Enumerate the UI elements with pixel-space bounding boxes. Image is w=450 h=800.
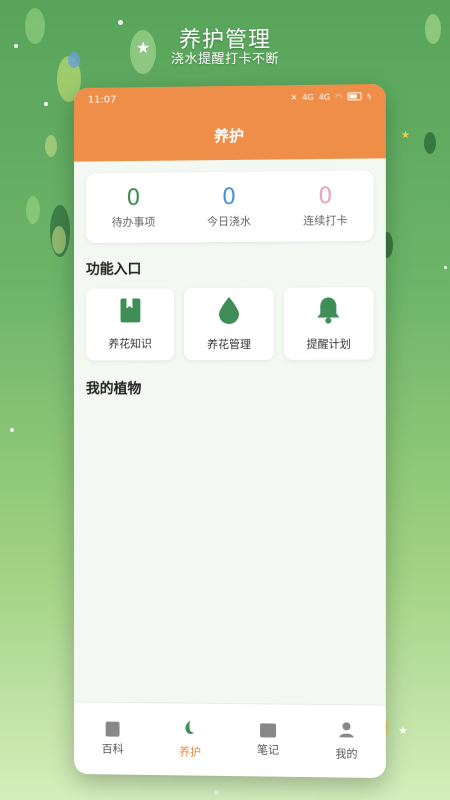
- status-icons: ✕ 4G 4G ◠ ϟ: [291, 92, 372, 102]
- tab-encyclopedia[interactable]: 百科: [83, 721, 142, 757]
- note-tab-icon: [260, 723, 277, 738]
- stats-card: 0 待办事项 0 今日浇水 0 连续打卡: [85, 170, 374, 244]
- person-tab-icon: [338, 721, 354, 741]
- stat-label: 待办事项: [111, 215, 156, 229]
- tab-label: 我的: [335, 747, 358, 761]
- stat-value: 0: [222, 184, 236, 211]
- tab-label: 养护: [179, 745, 202, 759]
- feature-knowledge-button[interactable]: 养花知识: [85, 288, 175, 361]
- stat-watering-today[interactable]: 0 今日浇水: [207, 185, 251, 229]
- stat-todo[interactable]: 0 待办事项: [112, 186, 156, 230]
- background-leaf: [26, 196, 40, 224]
- stat-value: 0: [126, 185, 141, 211]
- promo-subtitle: 浇水提醒打卡不断: [170, 52, 279, 67]
- plants-section-title: 我的植物: [85, 381, 142, 398]
- stat-checkin-streak[interactable]: 0 连续打卡: [303, 184, 347, 229]
- page-header: 养护: [74, 108, 386, 162]
- water-drop-icon: [218, 296, 240, 328]
- stat-label: 今日浇水: [207, 214, 252, 229]
- background-dot: [44, 102, 48, 106]
- star-icon: ★: [398, 724, 408, 737]
- tab-profile[interactable]: 我的: [316, 721, 377, 762]
- feature-label: 养花知识: [108, 337, 152, 351]
- feature-care-button[interactable]: 养花管理: [184, 287, 274, 361]
- tab-notes[interactable]: 笔记: [238, 723, 298, 758]
- star-icon: ★: [401, 130, 410, 141]
- network-label: 4G: [302, 92, 314, 102]
- tab-label: 百科: [101, 741, 124, 756]
- bottom-tab-bar: 百科 养护 笔记 我的: [74, 701, 386, 779]
- status-time: 11:07: [87, 93, 117, 106]
- wifi-icon: ◠: [335, 92, 343, 102]
- leaf-tab-icon: [182, 719, 198, 739]
- features-grid: 养花知识 养花管理 提醒计划: [85, 287, 374, 361]
- bell-icon: [316, 295, 342, 327]
- feature-reminder-button[interactable]: 提醒计划: [283, 287, 374, 360]
- tab-care[interactable]: 养护: [160, 719, 220, 760]
- network-label: 4G: [318, 92, 331, 102]
- background-leaf: [424, 132, 436, 154]
- features-section-title: 功能入口: [85, 261, 142, 278]
- background-dot: [10, 428, 14, 432]
- feature-label: 养花管理: [207, 337, 251, 352]
- mute-icon: ✕: [290, 92, 298, 102]
- background-leaf: [52, 226, 66, 254]
- book-icon: [119, 297, 141, 327]
- phone-screen: 11:07 ✕ 4G 4G ◠ ϟ 养护 0 待办事项 0 今日浇水 0 连续打…: [74, 83, 386, 779]
- stat-label: 连续打卡: [303, 214, 348, 228]
- background-leaf: [45, 135, 57, 157]
- charging-icon: ϟ: [366, 91, 372, 101]
- stat-value: 0: [318, 184, 333, 210]
- book-tab-icon: [105, 721, 120, 737]
- feature-label: 提醒计划: [306, 337, 351, 351]
- page-title: 养护: [214, 126, 244, 145]
- background-dot: [444, 266, 447, 269]
- background-dot: [214, 790, 219, 795]
- battery-icon: [347, 92, 362, 101]
- tab-label: 笔记: [257, 743, 280, 757]
